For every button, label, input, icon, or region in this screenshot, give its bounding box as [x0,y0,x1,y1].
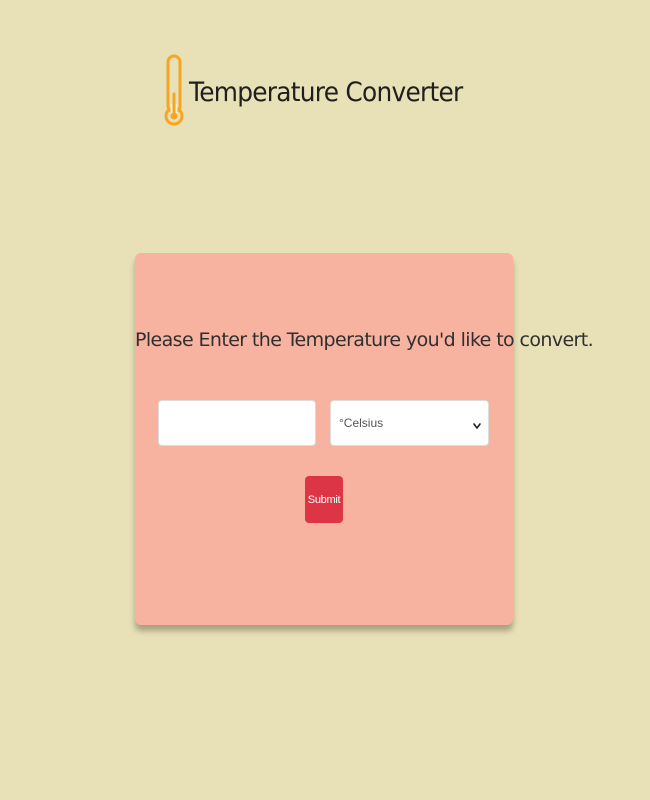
app-title: Temperature Converter [189,76,463,108]
unit-select[interactable]: °Celsius [330,400,489,446]
temperature-input[interactable] [158,400,316,446]
thermometer-icon [163,54,185,130]
app-header: Temperature Converter [0,52,650,132]
form-prompt: Please Enter the Temperature you'd like … [135,329,594,351]
submit-button[interactable]: Submit [305,476,343,523]
converter-card: Please Enter the Temperature you'd like … [135,253,594,625]
unit-select-value: °Celsius [339,416,384,430]
chevron-down-icon [472,418,482,429]
